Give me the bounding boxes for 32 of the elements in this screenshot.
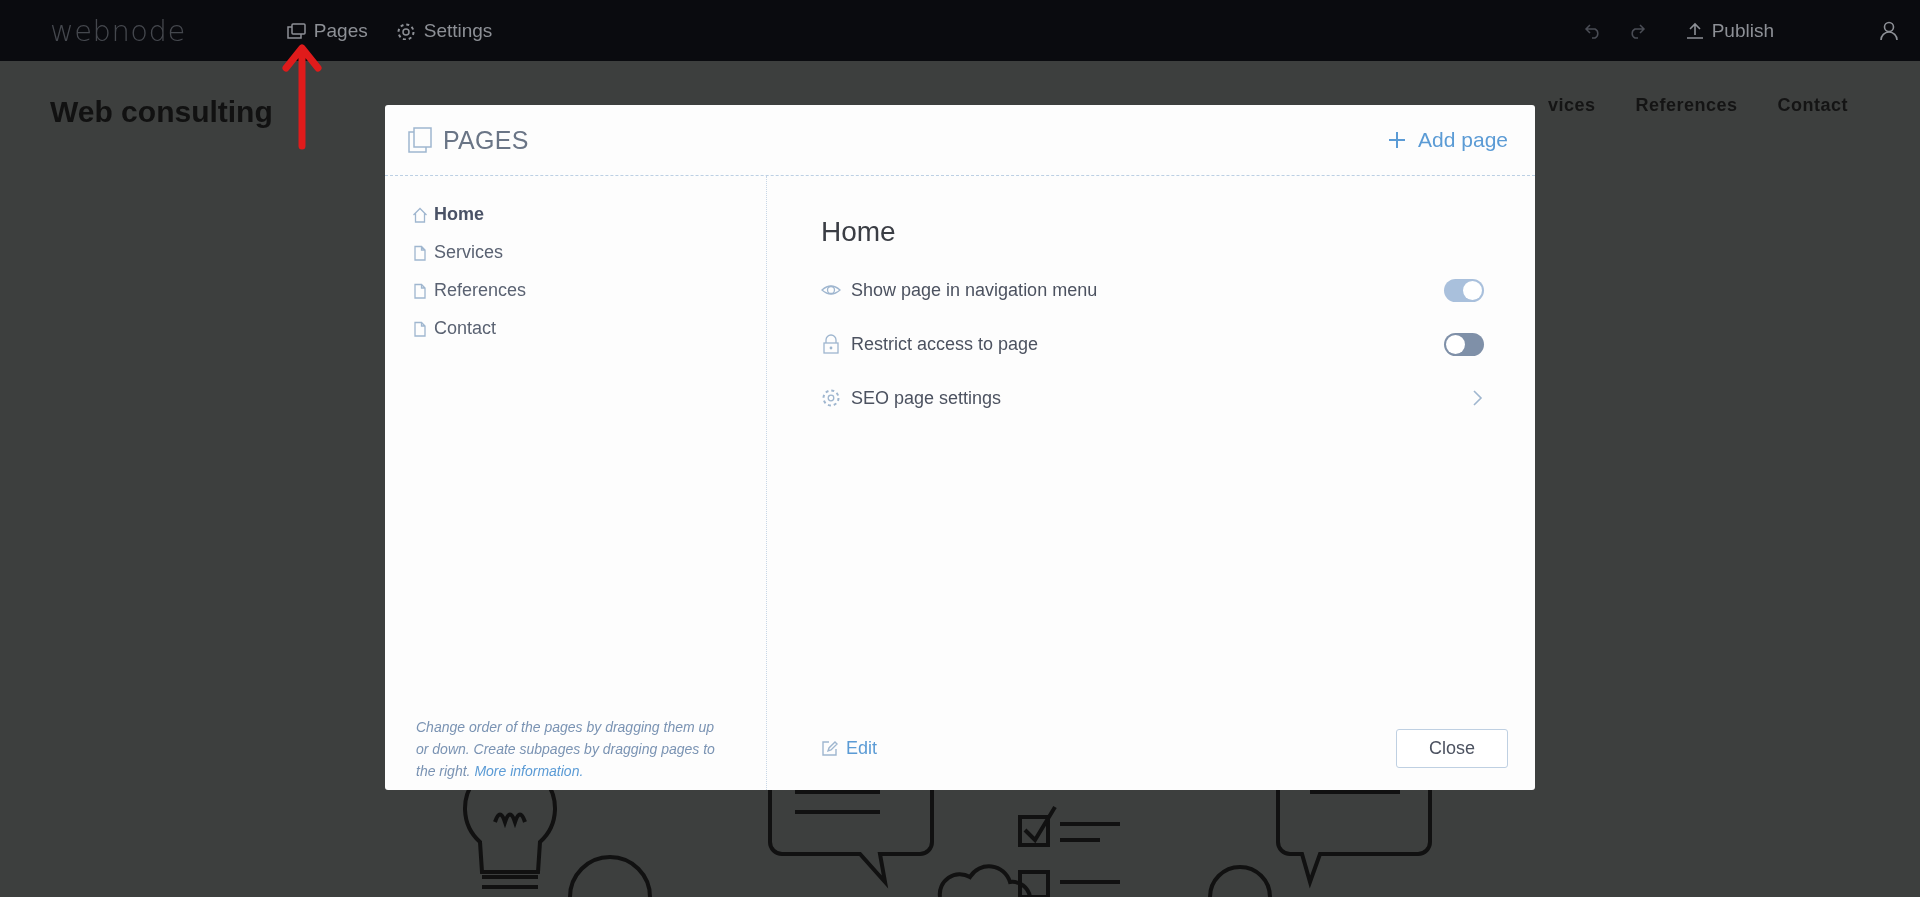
edit-icon <box>821 740 838 757</box>
page-list-item[interactable]: Contact <box>412 318 766 339</box>
undo-icon[interactable] <box>1583 22 1602 39</box>
more-information-link[interactable]: More information. <box>474 763 584 779</box>
page-title: Home <box>821 216 897 248</box>
close-button[interactable]: Close <box>1396 729 1508 768</box>
toggle-switch[interactable] <box>1444 278 1484 302</box>
page-list-item[interactable]: References <box>412 280 766 301</box>
option-label: Restrict access to page <box>851 333 1039 355</box>
pages-menu-item[interactable]: Pages <box>285 19 368 42</box>
page-list-item[interactable]: Home <box>412 204 766 225</box>
upload-icon <box>1685 21 1704 40</box>
settings-icon <box>395 21 416 40</box>
home-icon <box>412 206 428 223</box>
page-icon <box>412 320 428 337</box>
plus-icon <box>1388 131 1407 149</box>
publish-button[interactable]: Publish <box>1685 19 1774 42</box>
page-list-item[interactable]: Services <box>412 242 766 263</box>
lock-icon <box>821 334 841 354</box>
toggle-switch[interactable] <box>1444 332 1484 356</box>
page-icon <box>412 282 428 299</box>
pages-icon <box>407 127 433 153</box>
user-icon[interactable] <box>1880 20 1898 41</box>
pages-icon <box>285 21 306 40</box>
chevron-right-icon <box>1472 389 1484 407</box>
option-label: Show page in navigation menu <box>851 279 1098 301</box>
settings-menu-item[interactable]: Settings <box>395 19 493 42</box>
hint-text: Change order of the pages by dragging them up or down. Create subpages by dragging pages to the right. More information. <box>416 718 716 781</box>
settings-icon <box>821 388 841 408</box>
option-label[interactable]: SEO page settings <box>851 387 1002 409</box>
page-icon <box>412 244 428 261</box>
dialog-title: PAGES <box>443 125 529 155</box>
